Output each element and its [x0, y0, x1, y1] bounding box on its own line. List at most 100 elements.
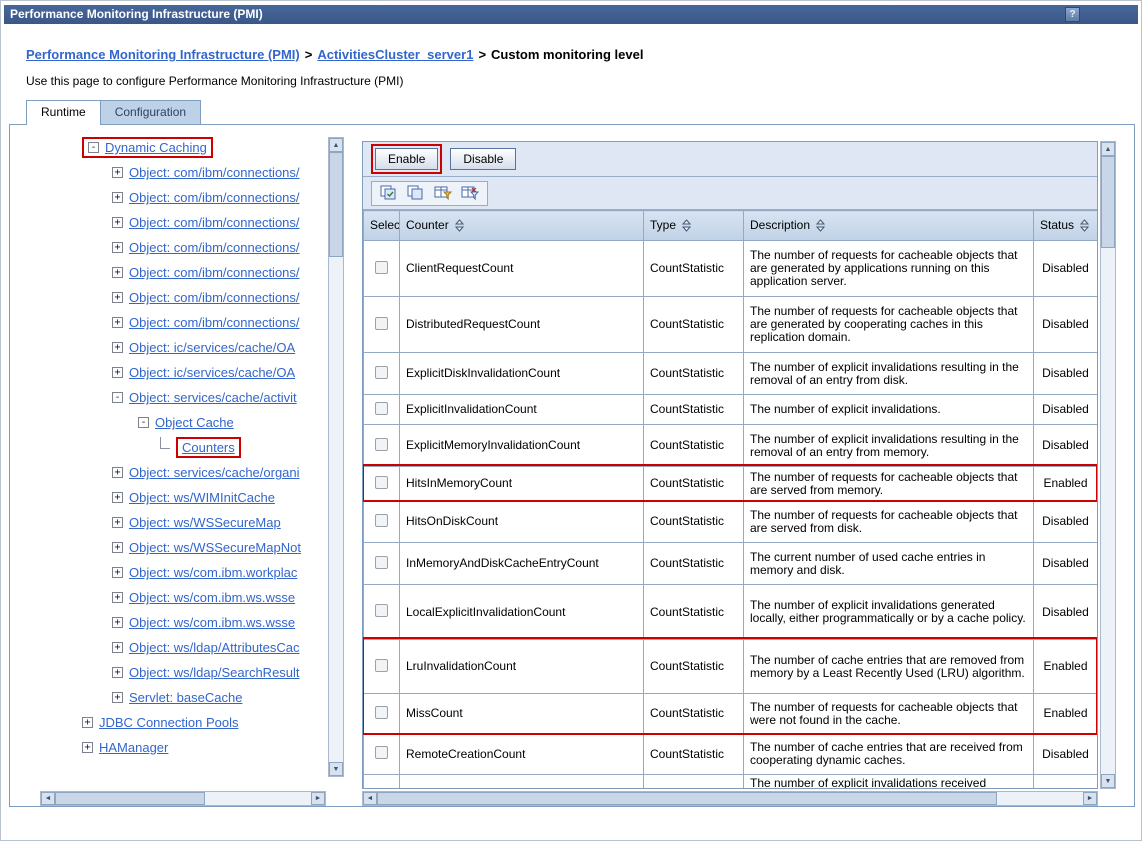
tab-configuration[interactable]: Configuration	[101, 100, 201, 125]
tree-vertical-scrollbar[interactable]: ▲ ▼	[328, 137, 344, 777]
tree-item-jdbc-connection-pools[interactable]: +JDBC Connection Pools	[12, 710, 324, 735]
tree-link[interactable]: Object Cache	[155, 415, 234, 430]
tree-link[interactable]: Object: com/ibm/connections/	[129, 240, 300, 255]
tree-item-servlet-basecache[interactable]: + Servlet: baseCache	[12, 685, 324, 710]
breadcrumb-link-pmi[interactable]: Performance Monitoring Infrastructure (P…	[26, 47, 300, 62]
scrollbar-thumb[interactable]	[377, 792, 997, 805]
enable-button[interactable]: Enable	[375, 148, 438, 170]
expand-icon[interactable]: +	[112, 517, 123, 528]
row-select-checkbox[interactable]	[375, 746, 388, 759]
clear-filter-icon[interactable]	[460, 184, 480, 202]
tree-item[interactable]: + Object: com/ibm/connections/	[12, 310, 324, 335]
tree-link[interactable]: Object: ws/com.ibm.ws.wsse	[129, 615, 295, 630]
expand-icon[interactable]: +	[112, 217, 123, 228]
tree-link[interactable]: Object: ic/services/cache/OA	[129, 340, 295, 355]
collapse-icon[interactable]: -	[88, 142, 99, 153]
tree-link[interactable]: HAManager	[99, 740, 168, 755]
breadcrumb-link-server[interactable]: ActivitiesCluster_server1	[317, 47, 473, 62]
tree-item[interactable]: + Object: ws/WSSecureMap	[12, 510, 324, 535]
tree-item-services-cache-activities[interactable]: -Object: services/cache/activit	[12, 385, 324, 410]
scroll-up-icon[interactable]: ▲	[1101, 142, 1115, 156]
expand-icon[interactable]: +	[112, 542, 123, 553]
tree-horizontal-scrollbar[interactable]: ◄ ►	[40, 791, 326, 806]
scrollbar-track[interactable]	[1101, 156, 1115, 774]
scroll-left-icon[interactable]: ◄	[41, 792, 55, 805]
tree-link[interactable]: Object: ic/services/cache/OA	[129, 365, 295, 380]
row-select-checkbox[interactable]	[375, 706, 388, 719]
expand-icon[interactable]: +	[112, 467, 123, 478]
expand-icon[interactable]: +	[112, 367, 123, 378]
scroll-down-icon[interactable]: ▼	[1101, 774, 1115, 788]
expand-icon[interactable]: +	[112, 167, 123, 178]
tree-link[interactable]: Counters	[182, 440, 235, 455]
tree-item[interactable]: +Object: com/ibm/connections/	[12, 285, 324, 310]
scrollbar-thumb[interactable]	[329, 152, 343, 257]
expand-icon[interactable]: +	[112, 192, 123, 203]
tree-item[interactable]: +Object: com/ibm/connections/	[12, 235, 324, 260]
tree-item[interactable]: + Object: com/ibm/connections/	[12, 260, 324, 285]
tree-link[interactable]: Object: ws/ldap/AttributesCac	[129, 640, 300, 655]
expand-icon[interactable]: +	[112, 492, 123, 503]
tree-link[interactable]: Object: com/ibm/connections/	[129, 215, 300, 230]
tree-link[interactable]: Object: ws/WIMInitCache	[129, 490, 275, 505]
scroll-left-icon[interactable]: ◄	[363, 792, 377, 805]
row-select-checkbox[interactable]	[375, 604, 388, 617]
tree-link[interactable]: JDBC Connection Pools	[99, 715, 238, 730]
expand-icon[interactable]: +	[112, 692, 123, 703]
show-filter-icon[interactable]	[433, 184, 453, 202]
tree-item-dynamic-caching[interactable]: - Dynamic Caching	[12, 135, 324, 160]
scroll-right-icon[interactable]: ►	[1083, 792, 1097, 805]
tree-link[interactable]: Object: ws/WSSecureMapNot	[129, 540, 301, 555]
tree-item[interactable]: +Object: ws/ldap/SearchResult	[12, 660, 324, 685]
scrollbar-track[interactable]	[329, 152, 343, 762]
tree-item[interactable]: +Object: ws/com.ibm.workplac	[12, 560, 324, 585]
tree-link[interactable]: Object: services/cache/activit	[129, 390, 297, 405]
tree-link[interactable]: Object: com/ibm/connections/	[129, 165, 300, 180]
tree-item[interactable]: + Object: ic/services/cache/OA	[12, 360, 324, 385]
scrollbar-thumb[interactable]	[1101, 156, 1115, 248]
tree-link[interactable]: Object: ws/com.ibm.ws.wsse	[129, 590, 295, 605]
row-select-checkbox[interactable]	[375, 438, 388, 451]
tree-item-counters[interactable]: Counters	[12, 435, 324, 460]
disable-button[interactable]: Disable	[450, 148, 516, 170]
help-icon[interactable]: ?	[1065, 7, 1080, 22]
expand-icon[interactable]: +	[112, 317, 123, 328]
expand-icon[interactable]: +	[112, 567, 123, 578]
tree-link[interactable]: Object: com/ibm/connections/	[129, 190, 300, 205]
tree-link[interactable]: Object: ws/WSSecureMap	[129, 515, 281, 530]
select-all-icon[interactable]	[379, 184, 399, 202]
deselect-all-icon[interactable]	[406, 184, 426, 202]
table-vertical-scrollbar[interactable]: ▲ ▼	[1100, 141, 1116, 789]
scroll-right-icon[interactable]: ►	[311, 792, 325, 805]
tree-item-object-cache[interactable]: -Object Cache	[12, 410, 324, 435]
tree-link[interactable]: Object: ws/ldap/SearchResult	[129, 665, 300, 680]
row-select-checkbox[interactable]	[375, 556, 388, 569]
tree-item-hamanager[interactable]: + HAManager	[12, 735, 324, 760]
row-select-checkbox[interactable]	[375, 402, 388, 415]
expand-icon[interactable]: +	[112, 292, 123, 303]
tree-link[interactable]: Object: com/ibm/connections/	[129, 315, 300, 330]
scroll-down-icon[interactable]: ▼	[329, 762, 343, 776]
row-select-checkbox[interactable]	[375, 659, 388, 672]
tree-item[interactable]: + Object: com/ibm/connections/	[12, 210, 324, 235]
expand-icon[interactable]: +	[112, 642, 123, 653]
row-select-checkbox[interactable]	[375, 476, 388, 489]
scrollbar-track[interactable]	[55, 792, 311, 805]
expand-icon[interactable]: +	[112, 617, 123, 628]
expand-icon[interactable]: +	[112, 267, 123, 278]
tree-item[interactable]: + Object: com/ibm/connections/	[12, 160, 324, 185]
scroll-up-icon[interactable]: ▲	[329, 138, 343, 152]
scrollbar-track[interactable]	[377, 792, 1083, 805]
row-select-checkbox[interactable]	[375, 514, 388, 527]
collapse-icon[interactable]: -	[112, 392, 123, 403]
tree-item[interactable]: + Object: ws/WSSecureMapNot	[12, 535, 324, 560]
expand-icon[interactable]: +	[112, 342, 123, 353]
header-type[interactable]: Type	[644, 211, 744, 241]
table-horizontal-scrollbar[interactable]: ◄ ►	[362, 791, 1098, 806]
tree-item[interactable]: + Object: com/ibm/connections/	[12, 185, 324, 210]
expand-icon[interactable]: +	[82, 742, 93, 753]
tree-link[interactable]: Object: com/ibm/connections/	[129, 265, 300, 280]
tree-link[interactable]: Servlet: baseCache	[129, 690, 242, 705]
tree-item[interactable]: + Object: ws/WIMInitCache	[12, 485, 324, 510]
tab-runtime[interactable]: Runtime	[26, 100, 101, 125]
